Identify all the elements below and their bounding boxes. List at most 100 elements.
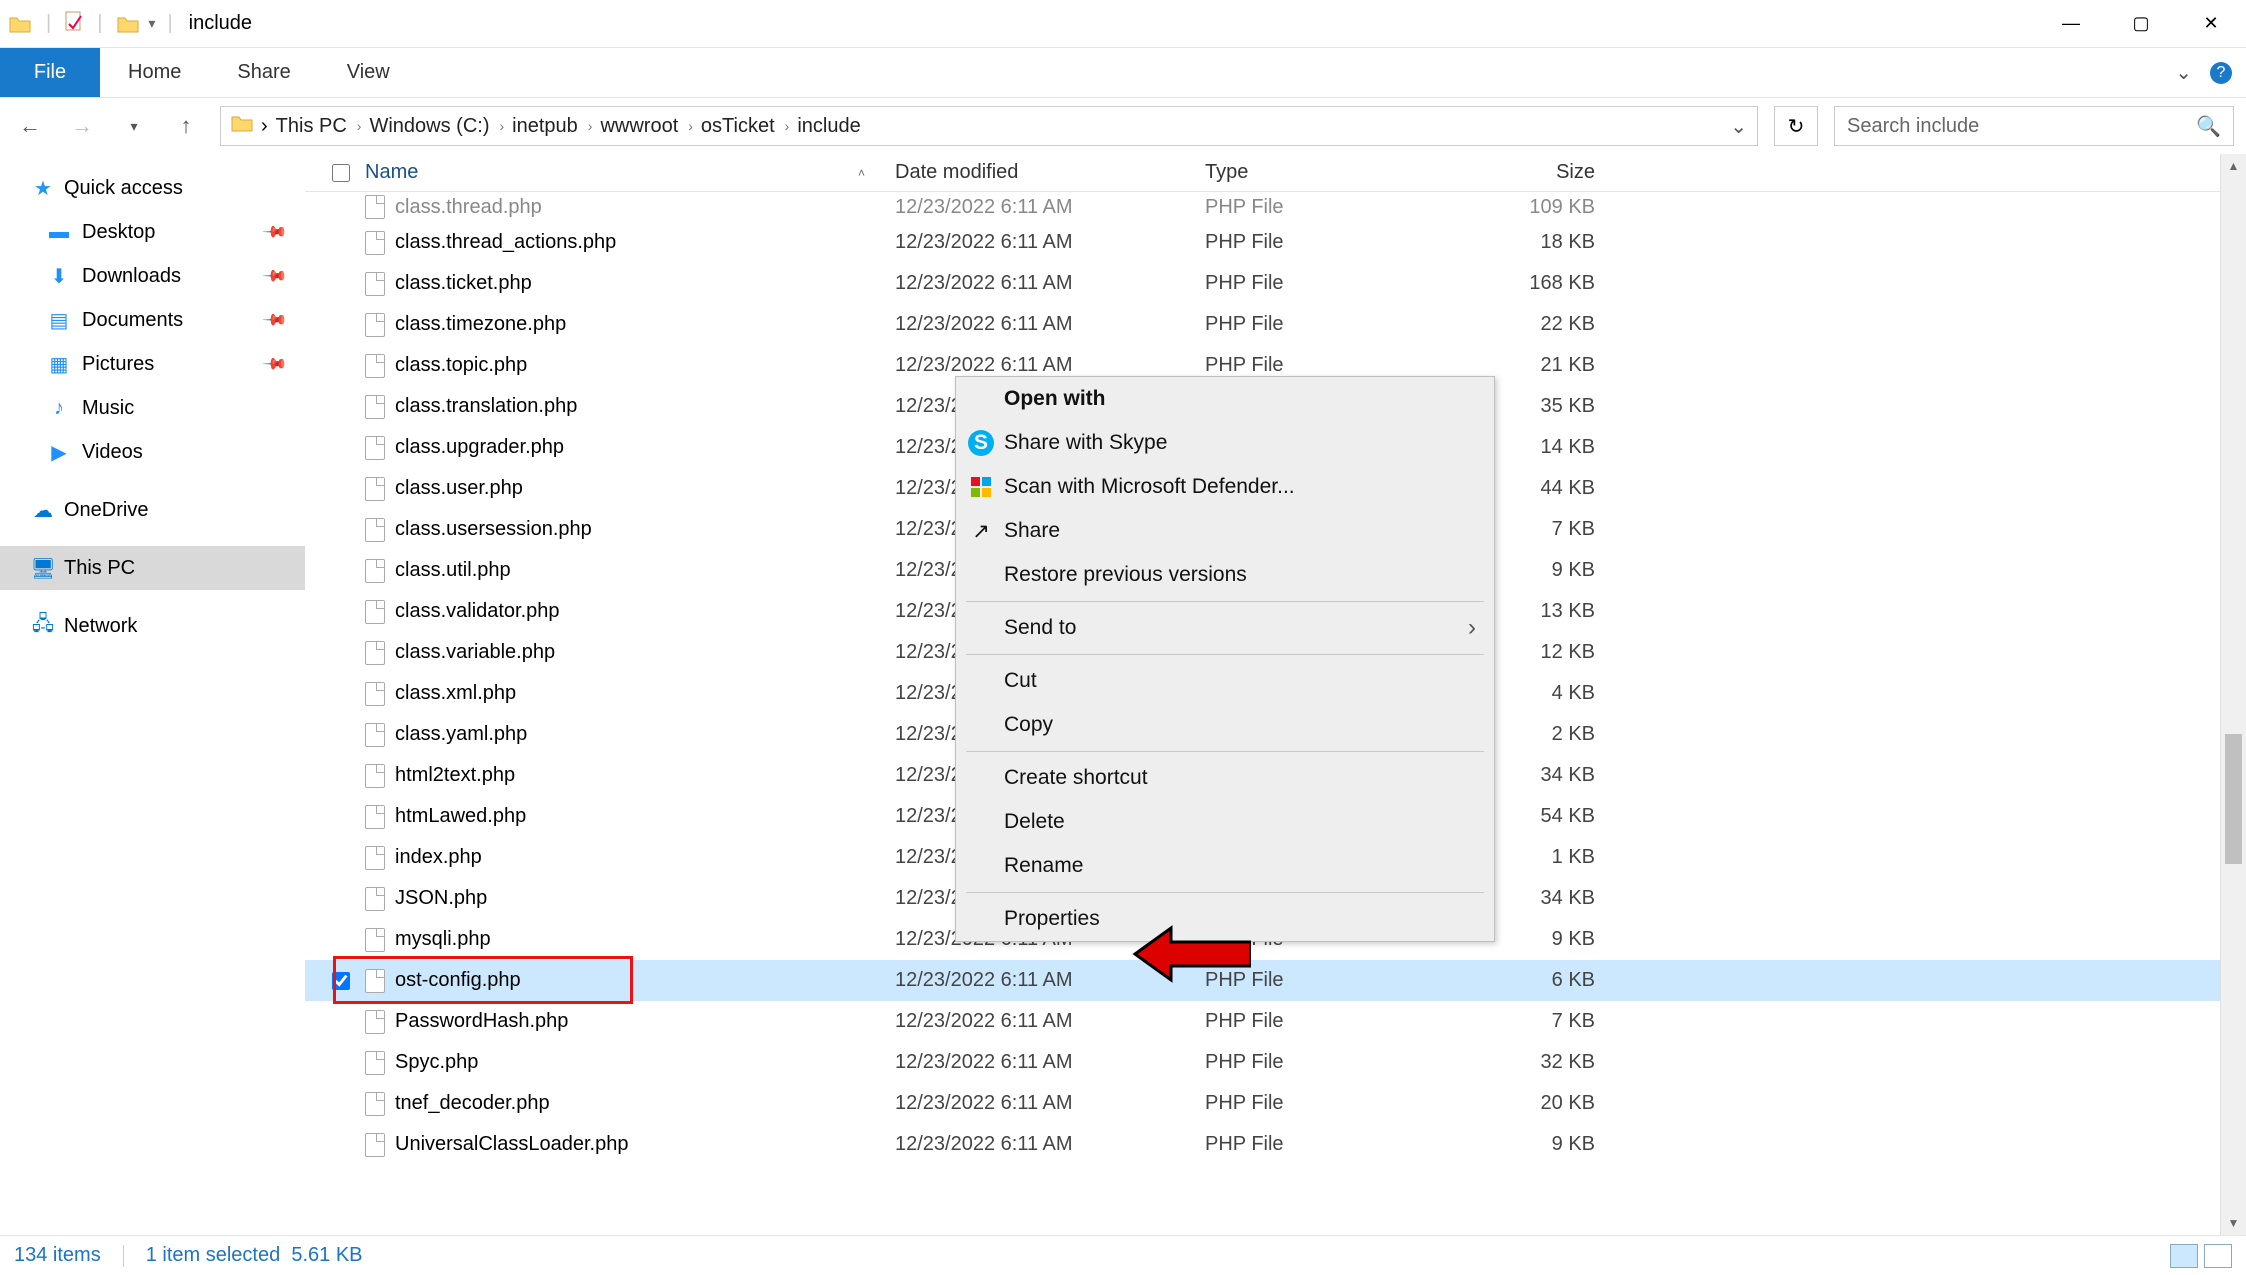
qat-properties-icon[interactable] (63, 10, 85, 38)
recent-dropdown[interactable]: ▾ (116, 108, 152, 144)
file-name-cell[interactable]: class.thread_actions.php (365, 231, 895, 255)
file-name-cell[interactable]: class.translation.php (365, 395, 895, 419)
file-name-cell[interactable]: html2text.php (365, 764, 895, 788)
file-name-cell[interactable]: UniversalClassLoader.php (365, 1133, 895, 1157)
file-name-cell[interactable]: PasswordHash.php (365, 1010, 895, 1034)
crumb-inetpub[interactable]: inetpub› (512, 115, 592, 138)
file-name-cell[interactable]: class.topic.php (365, 354, 895, 378)
file-row[interactable]: class.timezone.php12/23/2022 6:11 AMPHP … (305, 304, 2246, 345)
sidebar-music[interactable]: ♪Music (0, 386, 305, 430)
file-row[interactable]: class.ticket.php12/23/2022 6:11 AMPHP Fi… (305, 263, 2246, 304)
file-name-cell[interactable]: class.user.php (365, 477, 895, 501)
file-name-cell[interactable]: class.thread.php (365, 195, 895, 219)
file-icon (365, 395, 385, 419)
sidebar-desktop[interactable]: ▬Desktop📌 (0, 210, 305, 254)
sidebar-videos[interactable]: ▶Videos (0, 430, 305, 474)
file-type-cell: PHP File (1205, 231, 1465, 254)
menu-item[interactable]: Delete (956, 800, 1494, 844)
menu-item[interactable]: Create shortcut (956, 756, 1494, 800)
sidebar-onedrive[interactable]: ☁OneDrive (0, 488, 305, 532)
scroll-up-icon[interactable]: ▲ (2221, 154, 2246, 178)
help-icon[interactable]: ? (2210, 62, 2232, 84)
address-dropdown-icon[interactable]: ⌄ (1730, 114, 1747, 139)
file-name-cell[interactable]: class.upgrader.php (365, 436, 895, 460)
column-type[interactable]: Type (1205, 161, 1465, 184)
sidebar-downloads[interactable]: ⬇Downloads📌 (0, 254, 305, 298)
sidebar-this-pc[interactable]: 🖥This PC (0, 546, 305, 590)
file-name-cell[interactable]: tnef_decoder.php (365, 1092, 895, 1116)
scroll-down-icon[interactable]: ▼ (2221, 1211, 2246, 1235)
file-name-cell[interactable]: JSON.php (365, 887, 895, 911)
file-tab[interactable]: File (0, 48, 100, 97)
menu-item[interactable]: Open with (956, 377, 1494, 421)
sidebar-pictures[interactable]: ▦Pictures📌 (0, 342, 305, 386)
row-checkbox[interactable] (317, 972, 365, 990)
file-name-cell[interactable]: class.util.php (365, 559, 895, 583)
menu-item[interactable]: Rename (956, 844, 1494, 888)
file-name-cell[interactable]: htmLawed.php (365, 805, 895, 829)
crumb-this-pc[interactable]: This PC› (276, 115, 362, 138)
menu-item[interactable]: Cut (956, 659, 1494, 703)
thumbnails-view-icon[interactable] (2204, 1244, 2232, 1268)
menu-item[interactable]: Restore previous versions (956, 553, 1494, 597)
file-name-cell[interactable]: class.validator.php (365, 600, 895, 624)
column-date[interactable]: Date modified (895, 161, 1205, 184)
vertical-scrollbar[interactable]: ▲ ▼ (2220, 154, 2246, 1235)
search-icon[interactable]: 🔍 (2196, 114, 2221, 139)
file-name-cell[interactable]: mysqli.php (365, 928, 895, 952)
file-name-cell[interactable]: index.php (365, 846, 895, 870)
refresh-button[interactable]: ↻ (1774, 106, 1818, 146)
crumb-include[interactable]: include (797, 115, 860, 138)
details-view-icon[interactable] (2170, 1244, 2198, 1268)
file-row[interactable]: tnef_decoder.php12/23/2022 6:11 AMPHP Fi… (305, 1083, 2246, 1124)
quick-access[interactable]: ★ Quick access (0, 166, 305, 210)
menu-item[interactable]: Send to (956, 606, 1494, 650)
close-button[interactable]: ✕ (2176, 0, 2246, 48)
file-name-label: class.topic.php (395, 354, 527, 377)
up-button[interactable]: ↑ (168, 108, 204, 144)
menu-item-label: Open with (1004, 387, 1106, 411)
file-name-cell[interactable]: class.yaml.php (365, 723, 895, 747)
tab-home[interactable]: Home (100, 48, 209, 97)
maximize-button[interactable]: ▢ (2106, 0, 2176, 48)
scroll-thumb[interactable] (2225, 734, 2242, 864)
sidebar-network[interactable]: 🖧Network (0, 604, 305, 648)
menu-item[interactable]: Copy (956, 703, 1494, 747)
file-name-cell[interactable]: class.ticket.php (365, 272, 895, 296)
column-size[interactable]: Size (1465, 161, 1625, 184)
menu-separator (966, 654, 1484, 655)
back-button[interactable]: ← (12, 108, 48, 144)
file-name-cell[interactable]: ost-config.php (365, 969, 895, 993)
menu-item[interactable]: Scan with Microsoft Defender... (956, 465, 1494, 509)
select-all-checkbox[interactable] (317, 164, 365, 182)
menu-item[interactable]: ↗Share (956, 509, 1494, 553)
file-name-cell[interactable]: class.variable.php (365, 641, 895, 665)
tab-share[interactable]: Share (209, 48, 318, 97)
file-row[interactable]: class.thread.php12/23/2022 6:11 AMPHP Fi… (305, 192, 2246, 222)
forward-button[interactable]: → (64, 108, 100, 144)
file-name-cell[interactable]: Spyc.php (365, 1051, 895, 1075)
chevron-right-icon[interactable]: › (261, 115, 268, 138)
menu-item[interactable]: SShare with Skype (956, 421, 1494, 465)
minimize-button[interactable]: — (2036, 0, 2106, 48)
file-name-cell[interactable]: class.xml.php (365, 682, 895, 706)
address-bar[interactable]: › This PC› Windows (C:)› inetpub› wwwroo… (220, 106, 1758, 146)
crumb-wwwroot[interactable]: wwwroot› (600, 115, 692, 138)
file-name-cell[interactable]: class.usersession.php (365, 518, 895, 542)
file-icon (365, 231, 385, 255)
folder-icon-small[interactable] (114, 10, 142, 38)
column-name[interactable]: Name˄ (365, 161, 895, 184)
file-row[interactable]: Spyc.php12/23/2022 6:11 AMPHP File32 KB (305, 1042, 2246, 1083)
sidebar-documents[interactable]: ▤Documents📌 (0, 298, 305, 342)
file-row[interactable]: class.thread_actions.php12/23/2022 6:11 … (305, 222, 2246, 263)
crumb-windows-c[interactable]: Windows (C:)› (369, 115, 504, 138)
file-row[interactable]: ost-config.php12/23/2022 6:11 AMPHP File… (305, 960, 2246, 1001)
file-row[interactable]: UniversalClassLoader.php12/23/2022 6:11 … (305, 1124, 2246, 1165)
file-name-cell[interactable]: class.timezone.php (365, 313, 895, 337)
file-row[interactable]: PasswordHash.php12/23/2022 6:11 AMPHP Fi… (305, 1001, 2246, 1042)
qat-dropdown-icon[interactable]: ▾ (148, 15, 155, 32)
search-box[interactable]: Search include 🔍 (1834, 106, 2234, 146)
crumb-osticket[interactable]: osTicket› (701, 115, 789, 138)
ribbon-expand-icon[interactable]: ⌄ (2175, 60, 2192, 85)
tab-view[interactable]: View (319, 48, 418, 97)
